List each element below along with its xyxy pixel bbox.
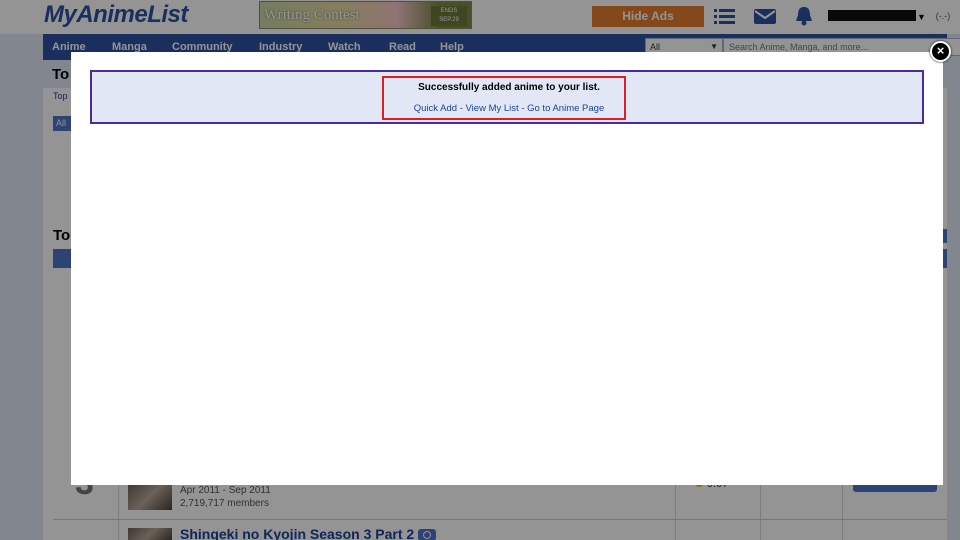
close-icon: × <box>936 43 945 58</box>
modal-dialog: Successfully added anime to your list. Q… <box>71 52 943 485</box>
close-modal-button[interactable]: × <box>930 41 951 62</box>
success-notice: Successfully added anime to your list. Q… <box>90 70 924 124</box>
highlight-box <box>382 76 626 120</box>
